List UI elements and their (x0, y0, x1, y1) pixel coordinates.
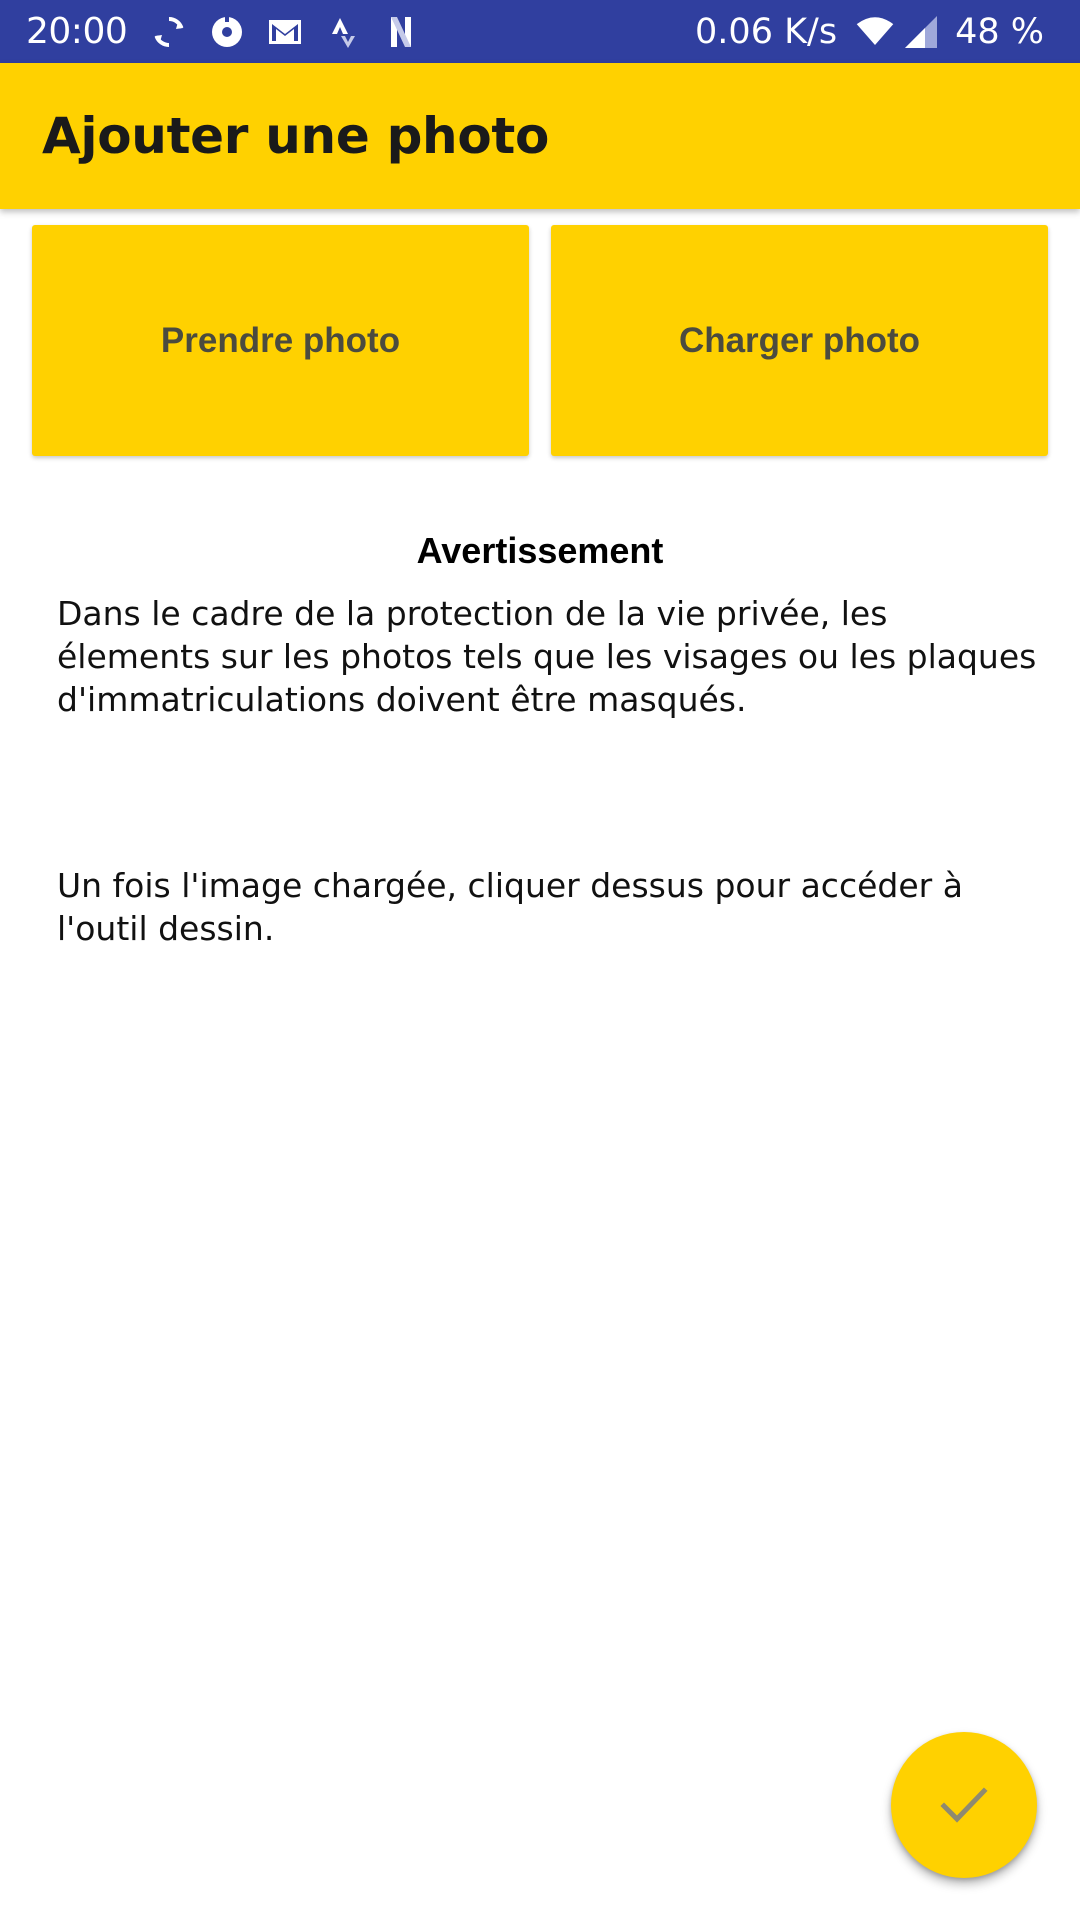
status-bar: 20:00 0.06 K/s 48 % (0, 0, 1080, 63)
load-photo-button[interactable]: Charger photo (551, 225, 1048, 456)
app-bar: Ajouter une photo (0, 63, 1080, 209)
confirm-fab[interactable] (891, 1732, 1037, 1878)
warning-title: Avertissement (416, 530, 664, 571)
privacy-warning-text: Dans le cadre de la protection de la vie… (57, 594, 1037, 719)
sync-icon (149, 12, 189, 52)
check-icon (940, 1785, 988, 1825)
netflix-icon (381, 12, 421, 52)
record-icon (207, 12, 247, 52)
page-title: Ajouter une photo (42, 107, 550, 165)
take-photo-button[interactable]: Prendre photo (32, 225, 529, 456)
network-speed: 0.06 K/s (695, 11, 838, 52)
status-time: 20:00 (26, 11, 128, 52)
strava-icon (323, 12, 363, 52)
signal-icon (901, 12, 941, 52)
status-left: 20:00 (26, 0, 439, 63)
drawing-tool-hint-text: Un fois l'image chargée, cliquer dessus … (57, 866, 963, 948)
wifi-icon (855, 12, 895, 52)
photo-actions: Prendre photo Charger photo (32, 225, 1048, 456)
gmail-icon (265, 12, 305, 52)
battery-level: 48 % (955, 11, 1044, 52)
status-right: 0.06 K/s 48 % (695, 0, 1044, 63)
